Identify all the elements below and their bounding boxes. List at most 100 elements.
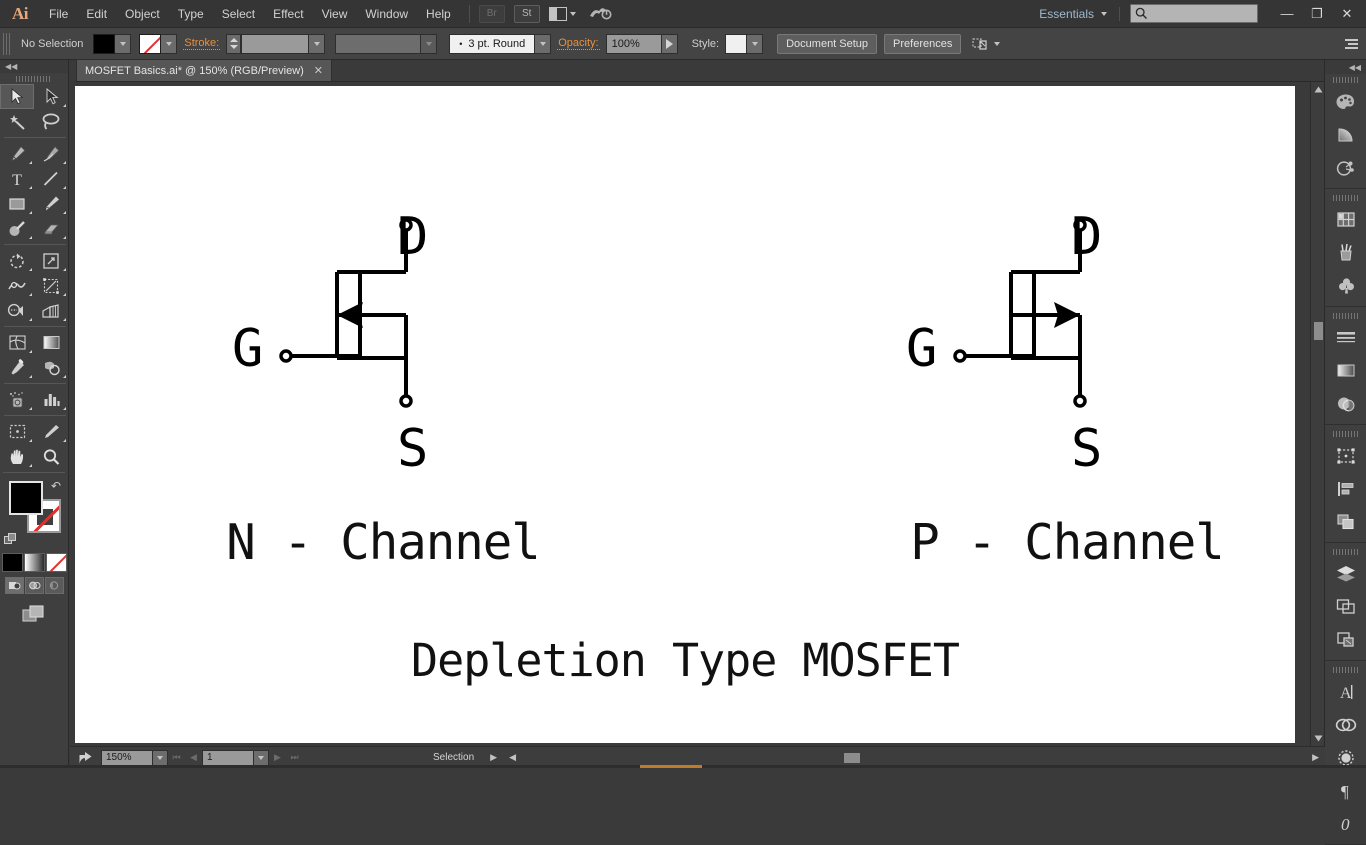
transparency-panel-button[interactable] bbox=[1325, 387, 1366, 420]
opacity-label[interactable]: Opacity: bbox=[557, 37, 599, 50]
align-panel-button[interactable] bbox=[1325, 472, 1366, 505]
window-restore-button[interactable]: ❐ bbox=[1302, 0, 1332, 28]
graphic-styles-panel-button[interactable] bbox=[1325, 708, 1366, 741]
perspective-grid-tool[interactable] bbox=[34, 298, 68, 323]
slice-tool[interactable] bbox=[34, 419, 68, 444]
color-mode-button[interactable] bbox=[2, 553, 23, 572]
fill-control[interactable] bbox=[93, 34, 131, 54]
stroke-weight-stepper[interactable] bbox=[226, 34, 241, 54]
scale-tool[interactable] bbox=[34, 248, 68, 273]
direct-selection-tool[interactable] bbox=[34, 84, 68, 109]
dock-group-grip[interactable] bbox=[1325, 310, 1366, 321]
preferences-button[interactable]: Preferences bbox=[884, 34, 961, 54]
horizontal-scroll-right-button[interactable]: ▶ bbox=[1306, 752, 1325, 763]
control-bar-menu-button[interactable] bbox=[1345, 39, 1366, 49]
opacity-flyout-button[interactable] bbox=[662, 34, 678, 54]
swatches-panel-button[interactable] bbox=[1325, 203, 1366, 236]
draw-normal-button[interactable] bbox=[5, 577, 24, 594]
menu-file[interactable]: File bbox=[40, 0, 77, 28]
document-tab[interactable]: MOSFET Basics.ai* @ 150% (RGB/Preview) ✕ bbox=[76, 59, 332, 81]
brush-definition-control[interactable]: • 3 pt. Round bbox=[449, 34, 551, 54]
stroke-dropdown-button[interactable] bbox=[161, 34, 177, 54]
close-icon[interactable]: ✕ bbox=[314, 64, 323, 77]
tools-collapse-button[interactable]: ◀◀ bbox=[0, 60, 68, 73]
menu-window[interactable]: Window bbox=[356, 0, 417, 28]
menu-edit[interactable]: Edit bbox=[77, 0, 116, 28]
width-profile-input[interactable] bbox=[335, 34, 421, 54]
line-segment-tool[interactable] bbox=[34, 166, 68, 191]
type-tool[interactable]: T bbox=[0, 166, 34, 191]
default-fill-stroke-icon[interactable] bbox=[4, 533, 18, 547]
menu-effect[interactable]: Effect bbox=[264, 0, 312, 28]
zoom-dropdown-button[interactable] bbox=[153, 750, 168, 766]
eraser-tool[interactable] bbox=[34, 216, 68, 241]
workspace-switcher[interactable]: Essentials bbox=[1039, 7, 1120, 21]
lasso-tool[interactable] bbox=[34, 109, 68, 134]
rotate-tool[interactable] bbox=[0, 248, 34, 273]
gradient-tool[interactable] bbox=[34, 330, 68, 355]
artboard-dropdown-button[interactable] bbox=[254, 750, 269, 766]
appearance-panel-button[interactable] bbox=[1325, 741, 1366, 774]
color-panel-button[interactable] bbox=[1325, 85, 1366, 118]
tools-panel-grip[interactable] bbox=[0, 73, 68, 84]
layers-panel-button[interactable] bbox=[1325, 557, 1366, 590]
rectangle-tool[interactable] bbox=[0, 191, 34, 216]
arrange-documents-button[interactable] bbox=[549, 7, 576, 21]
canvas-horizontal-scrollbar[interactable] bbox=[522, 750, 1306, 765]
swap-fill-stroke-icon[interactable]: ↶ bbox=[51, 479, 61, 493]
graphic-style-swatch[interactable] bbox=[725, 34, 747, 54]
dock-group-grip[interactable] bbox=[1325, 192, 1366, 203]
stroke-weight-label[interactable]: Stroke: bbox=[183, 37, 220, 50]
graphic-style-control[interactable] bbox=[725, 34, 763, 54]
draw-behind-button[interactable] bbox=[25, 577, 44, 594]
bridge-button[interactable]: Br bbox=[479, 5, 505, 23]
menu-type[interactable]: Type bbox=[169, 0, 213, 28]
gradient-panel-button[interactable] bbox=[1325, 354, 1366, 387]
symbols-panel-button[interactable] bbox=[1325, 269, 1366, 302]
width-tool[interactable] bbox=[0, 273, 34, 298]
eyedropper-tool[interactable] bbox=[0, 355, 34, 380]
canvas-vertical-scrollbar[interactable] bbox=[1310, 82, 1325, 746]
hand-tool[interactable] bbox=[0, 444, 34, 469]
menu-object[interactable]: Object bbox=[116, 0, 169, 28]
gradient-mode-button[interactable] bbox=[24, 553, 45, 572]
dock-group-grip[interactable] bbox=[1325, 428, 1366, 439]
pen-tool[interactable] bbox=[0, 141, 34, 166]
dock-group-grip[interactable] bbox=[1325, 546, 1366, 557]
stroke-weight-input[interactable] bbox=[241, 34, 309, 54]
control-bar-grip[interactable] bbox=[3, 33, 12, 55]
scroll-thumb[interactable] bbox=[1314, 322, 1323, 340]
canvas-area[interactable]: D S G D S G N - Channel P - Channel Depl… bbox=[70, 82, 1325, 746]
mesh-tool[interactable] bbox=[0, 330, 34, 355]
artboard[interactable]: D S G D S G N - Channel P - Channel Depl… bbox=[75, 86, 1295, 743]
variable-width-profile-control[interactable] bbox=[335, 34, 437, 54]
fill-swatch[interactable] bbox=[93, 34, 115, 54]
curvature-tool[interactable] bbox=[34, 141, 68, 166]
width-profile-dropdown-button[interactable] bbox=[421, 34, 437, 54]
kuler-panel-button[interactable] bbox=[1325, 151, 1366, 184]
brushes-panel-button[interactable] bbox=[1325, 236, 1366, 269]
artboards-panel-button[interactable] bbox=[1325, 590, 1366, 623]
dock-group-grip[interactable] bbox=[1325, 74, 1366, 85]
draw-inside-button[interactable] bbox=[45, 577, 64, 594]
dock-collapse-button[interactable]: ◀◀ bbox=[1325, 60, 1366, 74]
zoom-input[interactable]: 150% bbox=[101, 750, 153, 766]
brush-definition-dropdown-button[interactable] bbox=[535, 34, 551, 54]
zoom-tool[interactable] bbox=[34, 444, 68, 469]
links-panel-button[interactable] bbox=[1325, 623, 1366, 656]
magic-wand-tool[interactable] bbox=[0, 109, 34, 134]
blend-tool[interactable] bbox=[34, 355, 68, 380]
horizontal-scroll-left-button[interactable]: ◀ bbox=[503, 752, 522, 763]
window-close-button[interactable]: ✕ bbox=[1332, 0, 1362, 28]
graphic-style-dropdown-button[interactable] bbox=[747, 34, 763, 54]
dock-group-grip[interactable] bbox=[1325, 664, 1366, 675]
stroke-swatch[interactable] bbox=[139, 34, 161, 54]
hscroll-thumb[interactable] bbox=[844, 753, 860, 763]
artboard-tool[interactable] bbox=[0, 419, 34, 444]
opacity-input[interactable]: 100% bbox=[606, 34, 662, 54]
fill-color-swatch[interactable] bbox=[9, 481, 43, 515]
fill-dropdown-button[interactable] bbox=[115, 34, 131, 54]
none-mode-button[interactable] bbox=[46, 553, 67, 572]
document-setup-button[interactable]: Document Setup bbox=[777, 34, 877, 54]
free-transform-tool[interactable] bbox=[34, 273, 68, 298]
